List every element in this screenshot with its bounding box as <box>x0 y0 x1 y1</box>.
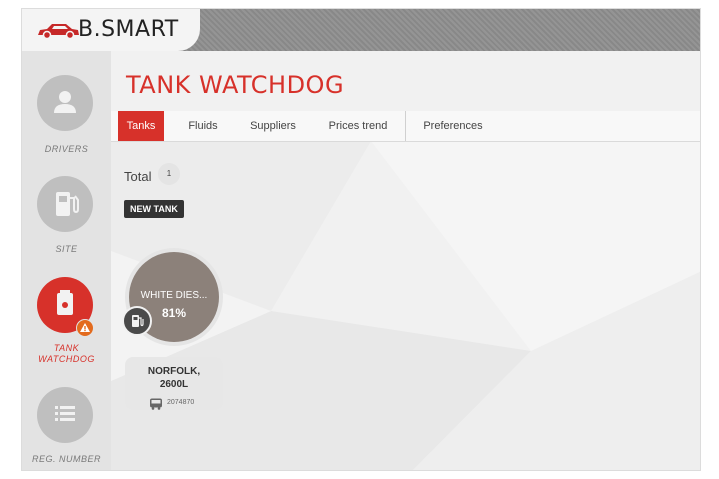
list-icon <box>37 387 93 443</box>
tab-suppliers[interactable]: Suppliers <box>241 111 305 141</box>
car-logo-icon <box>38 24 79 40</box>
sidebar-label-drivers: DRIVERS <box>44 144 89 154</box>
logo[interactable]: B.SMART <box>22 9 200 51</box>
tab-divider <box>405 111 406 141</box>
total-label: Total <box>124 169 152 184</box>
logo-text: B.SMART <box>78 17 179 42</box>
tab-preferences[interactable]: Preferences <box>411 111 495 141</box>
tab-bar: Tanks Fluids Suppliers Prices trend Pref… <box>111 111 700 142</box>
total-count-badge: 1 <box>158 163 180 185</box>
tab-fluids[interactable]: Fluids <box>175 111 231 141</box>
tank-reg-row: 2074870 <box>149 397 194 410</box>
new-tank-button[interactable]: NEW TANK <box>124 200 184 218</box>
sidebar: DRIVERS SITE TANK WATCHDOG REG. NUMBER <box>22 51 111 470</box>
tank-reg-number: 2074870 <box>167 399 195 406</box>
sidebar-label-tank-watchdog: TANK WATCHDOG <box>38 343 95 364</box>
main-content: TANK WATCHDOG Tanks Fluids Suppliers Pri… <box>111 51 700 470</box>
tank-location: NORFOLK, <box>147 366 201 377</box>
tab-tanks[interactable]: Tanks <box>118 111 164 141</box>
app-window: B.SMART DRIVERS SITE TANK WATCHDOG REG. … <box>21 8 701 471</box>
warning-icon <box>76 319 94 337</box>
fuel-pump-icon[interactable] <box>122 306 152 336</box>
bus-icon <box>150 398 162 410</box>
tank-name: NORFOLK, 2600L <box>125 365 223 391</box>
person-icon <box>37 75 93 131</box>
sidebar-label-reg-number: REG. NUMBER <box>31 454 101 464</box>
page-title: TANK WATCHDOG <box>126 71 345 99</box>
sidebar-label-site: SITE <box>55 244 78 254</box>
top-bar: B.SMART <box>22 9 700 51</box>
tab-prices-trend[interactable]: Prices trend <box>317 111 399 141</box>
tank-capacity: 2600L <box>159 379 189 390</box>
tank-card[interactable]: NORFOLK, 2600L 2074870 <box>125 357 223 410</box>
fuel-pump-icon <box>37 176 93 232</box>
